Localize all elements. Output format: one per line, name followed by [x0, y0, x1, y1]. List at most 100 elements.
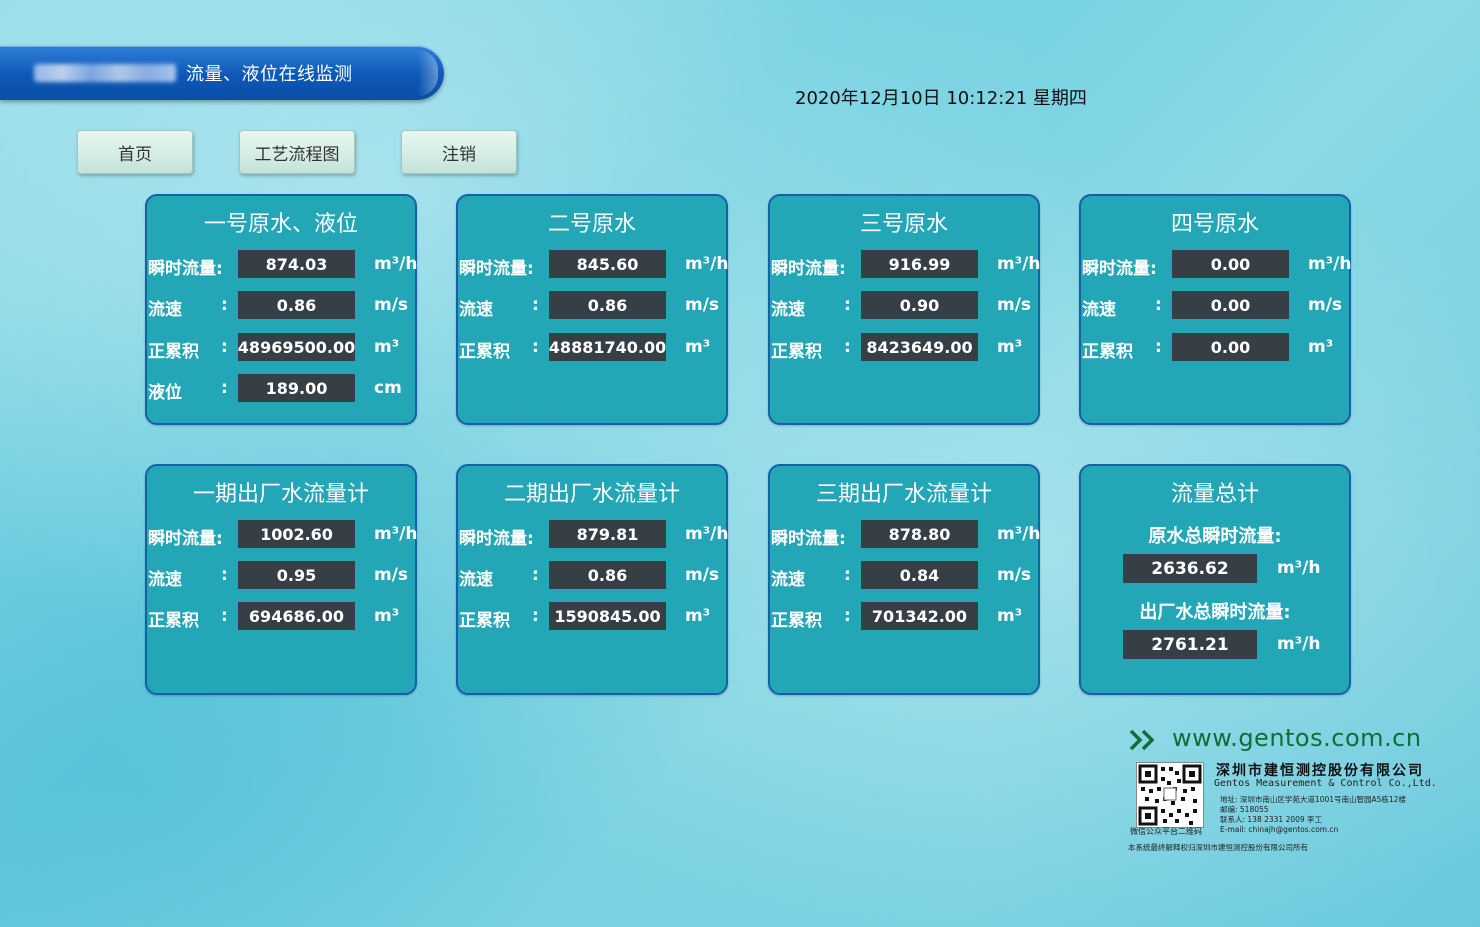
speed-value: 0.86	[238, 291, 355, 319]
total-value: 48969500.00	[238, 333, 355, 361]
colon: :	[532, 606, 539, 626]
flow-value: 845.60	[549, 250, 666, 278]
total-unit: m³	[997, 606, 1023, 626]
speed-value: 0.90	[861, 291, 978, 319]
panel-title: 流量总计	[1170, 482, 1259, 507]
total-row: 正累积 : 701342.00 m³	[770, 602, 1038, 632]
panel-title: 一期出厂水流量计	[192, 482, 369, 507]
flow-label: 瞬时流量:	[459, 529, 534, 549]
total-unit: m³	[1308, 337, 1334, 357]
colon: :	[221, 606, 228, 626]
speed-unit: m/s	[685, 565, 720, 585]
flow-unit: m³/h	[685, 254, 729, 274]
copyright-notice: 本系统最终解释权归深圳市建恒测控股份有限公司所有	[1128, 843, 1308, 852]
panel-title: 一号原水、液位	[203, 212, 358, 237]
total-label: 正累积	[459, 342, 510, 362]
flow-label: 瞬时流量:	[148, 529, 223, 549]
speed-row: 流速 : 0.86 m/s	[458, 561, 726, 591]
flow-label: 瞬时流量:	[1082, 259, 1157, 279]
speed-unit: m/s	[374, 565, 409, 585]
speed-label: 流速	[148, 300, 182, 320]
qr-code	[1136, 762, 1204, 828]
speed-unit: m/s	[1308, 295, 1343, 315]
total-row: 正累积 : 8423649.00 m³	[770, 333, 1038, 363]
speed-value: 0.95	[238, 561, 355, 589]
colon: :	[844, 606, 851, 626]
flow-value: 874.03	[238, 250, 355, 278]
home-button[interactable]: 首页	[77, 130, 193, 174]
company-name: 深圳市建恒测控股份有限公司	[1216, 763, 1424, 779]
speed-value: 0.86	[549, 291, 666, 319]
outflow-total-value: 2761.21	[1123, 630, 1257, 659]
flow-row: 瞬时流量: 879.81 m³/h	[458, 520, 729, 550]
flow-label: 瞬时流量:	[148, 259, 223, 279]
flow-label: 瞬时流量:	[771, 529, 846, 549]
company-name-en: Gentos Measurement & Control Co.,Ltd.	[1214, 778, 1437, 789]
raw-total-unit: m³/h	[1277, 558, 1321, 578]
flow-value: 0.00	[1172, 250, 1289, 278]
panel-outflow-phase-3: 三期出厂水流量计 瞬时流量: 878.80 m³/h 流速 : 0.84 m/s…	[768, 464, 1040, 695]
speed-unit: m/s	[374, 295, 409, 315]
total-row: 正累积 : 48881740.00 m³	[458, 333, 726, 363]
panel-title: 三号原水	[859, 212, 948, 237]
speed-label: 流速	[771, 570, 805, 590]
speed-value: 0.84	[861, 561, 978, 589]
speed-row: 流速 : 0.84 m/s	[770, 561, 1038, 591]
total-value: 701342.00	[861, 602, 978, 630]
process-flow-button[interactable]: 工艺流程图	[239, 130, 355, 174]
panel-flow-summary: 流量总计 原水总瞬时流量: 2636.62 m³/h 出厂水总瞬时流量: 276…	[1079, 464, 1351, 695]
total-label: 正累积	[1082, 342, 1133, 362]
colon: :	[844, 565, 851, 585]
total-row: 正累积 : 694686.00 m³	[147, 602, 415, 632]
colon: :	[221, 295, 228, 315]
page-title: 流量、液位在线监测	[186, 64, 353, 85]
colon: :	[844, 295, 851, 315]
panel-raw-water-2: 二号原水 瞬时流量: 845.60 m³/h 流速 : 0.86 m/s 正累积…	[456, 194, 728, 425]
flow-row: 瞬时流量: 874.03 m³/h	[147, 250, 418, 280]
colon: :	[221, 337, 228, 357]
level-unit: cm	[374, 378, 402, 398]
colon: :	[1155, 295, 1162, 315]
total-row: 正累积 : 1590845.00 m³	[458, 602, 726, 632]
flow-unit: m³/h	[685, 524, 729, 544]
level-value: 189.00	[238, 374, 355, 402]
colon: :	[532, 295, 539, 315]
colon: :	[532, 565, 539, 585]
speed-label: 流速	[459, 570, 493, 590]
total-value: 694686.00	[238, 602, 355, 630]
colon: :	[221, 378, 228, 398]
flow-unit: m³/h	[374, 254, 418, 274]
flow-unit: m³/h	[997, 524, 1041, 544]
speed-unit: m/s	[997, 565, 1032, 585]
speed-label: 流速	[1082, 300, 1116, 320]
speed-row: 流速 : 0.86 m/s	[147, 291, 415, 321]
speed-label: 流速	[459, 300, 493, 320]
flow-row: 瞬时流量: 0.00 m³/h	[1081, 250, 1351, 280]
colon: :	[532, 337, 539, 357]
speed-row: 流速 : 0.86 m/s	[458, 291, 726, 321]
flow-row: 瞬时流量: 845.60 m³/h	[458, 250, 729, 280]
logout-button[interactable]: 注销	[401, 130, 517, 174]
flow-label: 瞬时流量:	[459, 259, 534, 279]
flow-unit: m³/h	[997, 254, 1041, 274]
datetime-display: 2020年12月10日 10:12:21 星期四	[795, 88, 1087, 109]
company-footer: www.gentos.com.cn 微信公众平台二维码 深圳市建恒测控股份有限公…	[1126, 724, 1456, 854]
total-label: 正累积	[459, 611, 510, 631]
speed-row: 流速 : 0.90 m/s	[770, 291, 1038, 321]
outflow-total-label: 出厂水总瞬时流量:	[1139, 602, 1291, 623]
qr-caption: 微信公众平台二维码	[1130, 827, 1202, 836]
outflow-total-unit: m³/h	[1277, 634, 1321, 654]
flow-value: 878.80	[861, 520, 978, 548]
website-link[interactable]: www.gentos.com.cn	[1172, 724, 1422, 752]
total-unit: m³	[374, 606, 400, 626]
panel-raw-water-4: 四号原水 瞬时流量: 0.00 m³/h 流速 : 0.00 m/s 正累积 :…	[1079, 194, 1351, 425]
speed-row: 流速 : 0.00 m/s	[1081, 291, 1349, 321]
panel-outflow-phase-1: 一期出厂水流量计 瞬时流量: 1002.60 m³/h 流速 : 0.95 m/…	[145, 464, 417, 695]
total-label: 正累积	[148, 611, 199, 631]
company-contact: 联系人: 138 2331 2009 李工	[1220, 815, 1323, 824]
flow-value: 916.99	[861, 250, 978, 278]
total-value: 0.00	[1172, 333, 1289, 361]
total-value: 48881740.00	[549, 333, 666, 361]
speed-unit: m/s	[997, 295, 1032, 315]
flow-value: 879.81	[549, 520, 666, 548]
